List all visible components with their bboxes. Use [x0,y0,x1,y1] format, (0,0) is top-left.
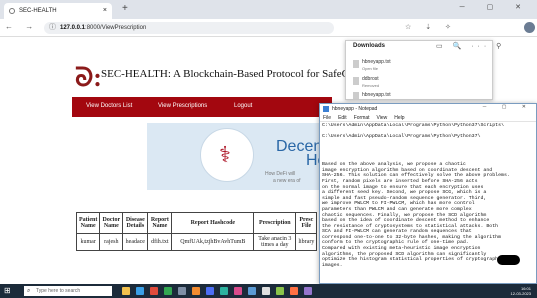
search-icon: ⌕ [27,288,31,294]
cell-prescription: Take anacin 3 times a day [253,233,297,251]
taskbar-app-icon[interactable] [164,287,172,295]
tab-title: SEC-HEALTH [19,8,57,14]
cell-file[interactable]: library [295,233,318,251]
download-item-name[interactable]: ddbrost [362,76,379,82]
cell-report: dfih.txt [147,233,173,251]
col-patient-name: Patient Name [75,212,101,234]
taskbar-search[interactable]: ⌕ Type here to search [24,286,112,296]
favicon-icon [9,8,15,14]
cell-doctor: rajesh [99,233,124,251]
download-item-name[interactable]: hbneyapp.txt [362,92,391,98]
taskbar-app-icon[interactable] [150,287,158,295]
file-icon [353,92,359,100]
clock-date: 12-03-2023 [510,291,531,296]
start-button[interactable]: ⊞ [4,287,11,295]
info-icon[interactable]: ⓘ [49,22,56,34]
download-item-name[interactable]: hbneyapp.txt [362,59,391,65]
menu-view[interactable]: View [377,115,388,121]
menu-view-doctors-list[interactable]: View Doctors List [86,103,132,109]
col-report-hashcode: Report Hashcode [171,212,255,234]
taskbar-app-icon[interactable] [206,287,214,295]
file-icon [353,77,359,85]
download-item-status[interactable]: Open file [362,66,378,71]
cell-hashcode: QmfUAk,tzjhBvAvhTumB [171,233,255,251]
download-item-status: Removed [362,83,380,88]
menu-logout[interactable]: Logout [234,103,252,109]
notepad-title: hbneyapp - Notepad [332,106,378,112]
col-doctor-name: Doctor Name [99,212,124,234]
downloads-title: Downloads [353,43,386,49]
prescription-table: Patient Name Doctor Name Disease Details… [75,212,318,251]
browser-tab[interactable]: SEC-HEALTH × [4,3,112,19]
redaction-mark [497,255,520,265]
col-prescription: Prescription [253,212,297,234]
system-clock[interactable]: 16:01 12-03-2023 [511,286,531,296]
taskbar-app-icon[interactable] [136,287,144,295]
taskbar-app-icon[interactable] [234,287,242,295]
health-shield-icon: ⚕ [219,142,231,167]
tab-close-icon[interactable]: × [103,3,107,19]
notepad-window-controls[interactable]: ─ ▢ ✕ [483,104,533,110]
taskbar-app-icon[interactable] [192,287,200,295]
site-logo: ᘐ: [75,63,102,92]
col-report-name: Report Name [147,212,173,234]
notepad-menubar: File Edit Format View Help [320,114,536,122]
taskbar-app-icon[interactable] [122,287,130,295]
url-path: :8000/ViewPrescription [85,25,147,31]
url-host: 127.0.0.1 [60,25,86,31]
col-presc-file: Presc File [295,212,318,234]
file-icon [353,60,359,68]
cell-disease: headace [122,233,149,251]
banner-sub-1: How DeFi will [265,171,296,177]
main-menu: View Doctors List View Prescriptions Log… [72,97,332,117]
toolbar-icons[interactable]: ☆ ⇣ ✧ [405,23,457,31]
taskbar-app-icon[interactable] [220,287,228,295]
taskbar-app-icon[interactable] [304,287,312,295]
table-header-row: Patient Name Doctor Name Disease Details… [75,212,318,234]
col-disease-details: Disease Details [122,212,149,234]
taskbar-app-icon[interactable] [262,287,270,295]
url-field[interactable]: ⓘ 127.0.0.1:8000/ViewPrescription [44,22,334,34]
new-tab-button[interactable]: + [122,3,128,14]
taskbar-app-icon[interactable] [290,287,298,295]
menu-edit[interactable]: Edit [338,115,347,121]
cell-patient: kumar [75,233,101,251]
downloads-actions[interactable]: ▭ 🔍 ··· ⚲ [436,42,505,50]
window-controls[interactable]: ─ ▢ ✕ [460,3,531,11]
taskbar-app-icon[interactable] [248,287,256,295]
table-row: kumar rajesh headace dfih.txt QmfUAk,tzj… [75,233,318,251]
profile-avatar[interactable] [524,22,535,33]
notepad-icon [323,106,329,112]
menu-help[interactable]: Help [394,115,404,121]
search-placeholder: Type here to search [36,288,81,294]
taskbar-app-icon[interactable] [276,287,284,295]
banner-sub-2: a new era of [273,178,301,184]
menu-format[interactable]: Format [354,115,370,121]
menu-view-prescriptions[interactable]: View Prescriptions [158,103,207,109]
menu-file[interactable]: File [323,115,331,121]
taskbar-app-icon[interactable] [178,287,186,295]
